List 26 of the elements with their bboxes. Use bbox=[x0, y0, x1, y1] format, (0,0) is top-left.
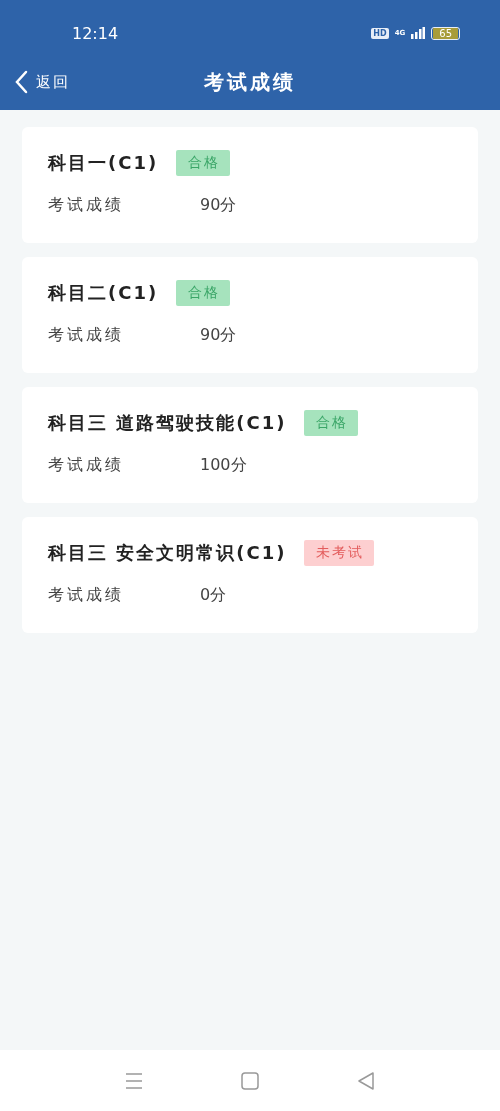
subject-title: 科目三 安全文明常识(C1) bbox=[48, 541, 287, 565]
status-tag: 未考试 bbox=[304, 540, 375, 566]
score-value: 100分 bbox=[200, 455, 247, 476]
status-tag: 合格 bbox=[304, 410, 359, 436]
page-title: 考试成绩 bbox=[204, 68, 296, 96]
signal-icon bbox=[411, 27, 426, 39]
hd-badge: HD bbox=[371, 27, 389, 39]
status-tag: 合格 bbox=[176, 280, 231, 306]
score-label: 考试成绩 bbox=[48, 585, 125, 606]
chevron-left-icon bbox=[14, 70, 28, 94]
subject-title: 科目一(C1) bbox=[48, 151, 159, 175]
subject-title: 科目三 道路驾驶技能(C1) bbox=[48, 411, 287, 435]
back-button[interactable]: 返回 bbox=[14, 70, 70, 94]
status-tag: 合格 bbox=[176, 150, 231, 176]
subject-title: 科目二(C1) bbox=[48, 281, 159, 305]
status-time: 12:14 bbox=[72, 23, 119, 43]
score-label: 考试成绩 bbox=[48, 325, 125, 346]
score-value: 90分 bbox=[200, 325, 237, 346]
back-triangle-icon[interactable] bbox=[357, 1071, 375, 1090]
home-icon[interactable] bbox=[241, 1071, 259, 1090]
score-label: 考试成绩 bbox=[48, 455, 125, 476]
menu-icon[interactable] bbox=[125, 1071, 143, 1090]
score-label: 考试成绩 bbox=[48, 195, 125, 216]
score-value: 90分 bbox=[200, 195, 237, 216]
battery-icon: 65 bbox=[431, 26, 460, 40]
score-value: 0分 bbox=[200, 585, 227, 606]
